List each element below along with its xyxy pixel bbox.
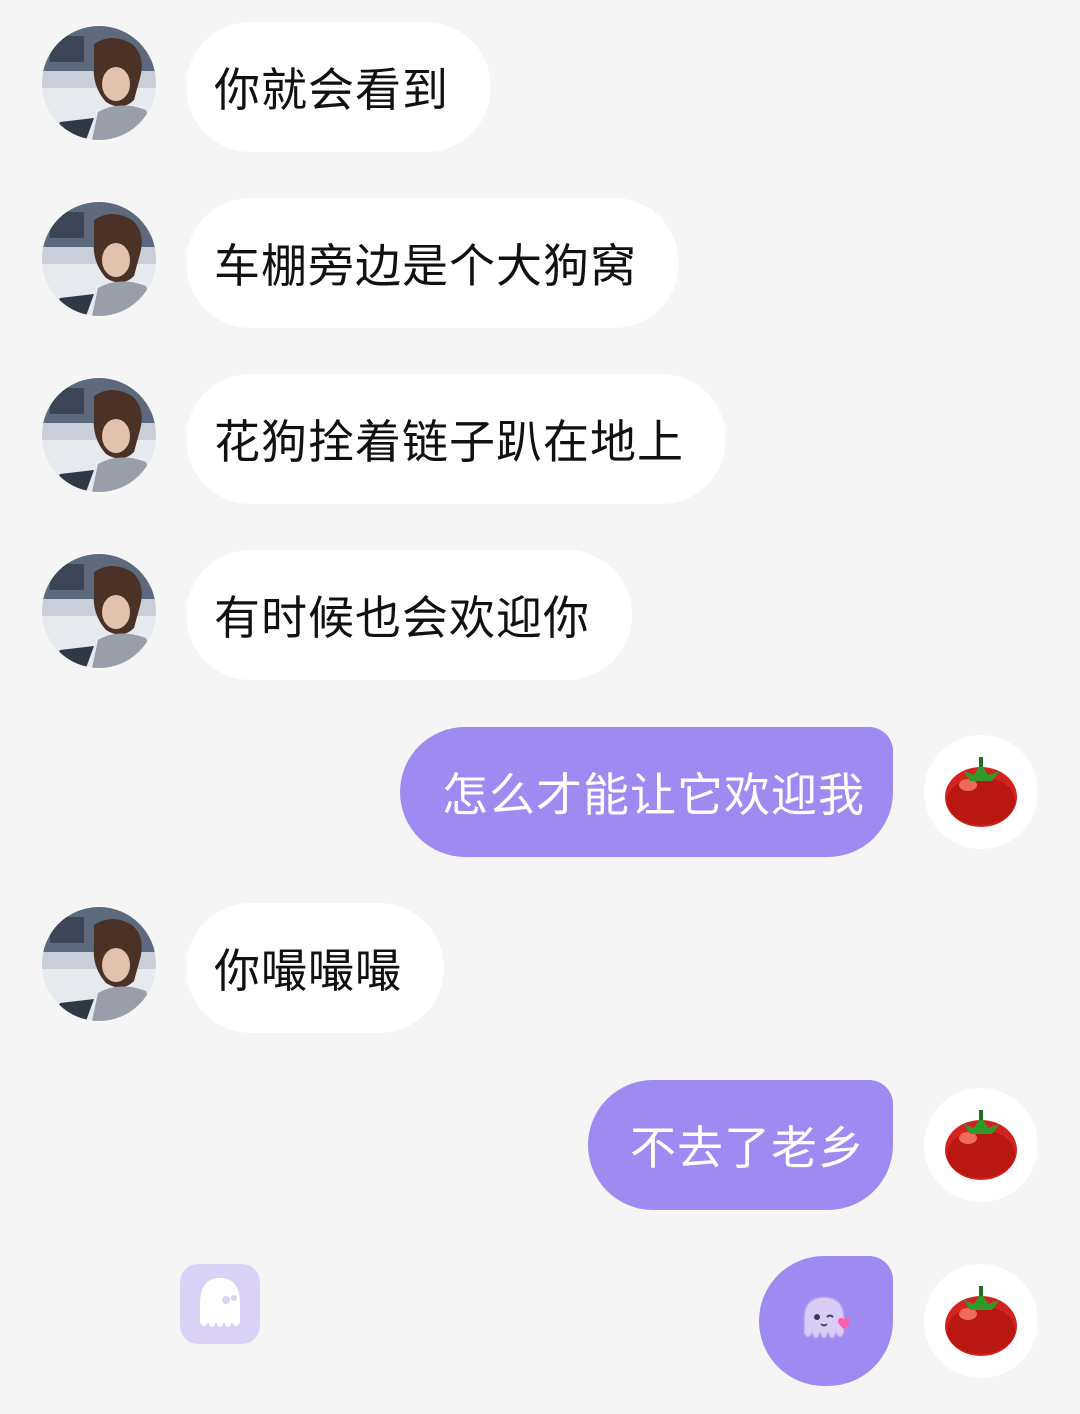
tomato-icon[interactable] [924, 1264, 1038, 1378]
message-text: 你嘬嘬嘬 [214, 944, 402, 998]
message-row-incoming: 车棚旁边是个大狗窝 [0, 198, 1080, 328]
message-bubble-outgoing[interactable]: 怎么才能让它欢迎我 [400, 727, 893, 857]
message-bubble[interactable]: 你嘬嘬嘬 [186, 903, 444, 1033]
message-text: 你就会看到 [214, 63, 449, 117]
sticker-bubble[interactable] [759, 1256, 893, 1386]
message-text: 花狗拴着链子趴在地上 [214, 415, 684, 469]
message-row-outgoing: 不去了老乡 [0, 1080, 1080, 1210]
message-row-incoming: 你就会看到 [0, 22, 1080, 152]
message-row-incoming: 花狗拴着链子趴在地上 [0, 374, 1080, 504]
contact-avatar[interactable] [42, 202, 156, 316]
contact-avatar[interactable] [42, 907, 156, 1021]
tomato-icon[interactable] [924, 735, 1038, 849]
message-bubble-outgoing[interactable]: 不去了老乡 [588, 1080, 893, 1210]
contact-avatar[interactable] [42, 378, 156, 492]
message-bubble[interactable]: 车棚旁边是个大狗窝 [186, 198, 679, 328]
tomato-icon[interactable] [924, 1088, 1038, 1202]
octopus-logo-icon [180, 1264, 260, 1344]
message-text: 不去了老乡 [630, 1121, 865, 1175]
message-text: 怎么才能让它欢迎我 [442, 768, 865, 822]
message-row-outgoing [0, 1256, 1080, 1386]
message-bubble[interactable]: 有时候也会欢迎你 [186, 550, 632, 680]
octopus-wink-heart-sticker [803, 1296, 850, 1339]
message-row-incoming: 你嘬嘬嘬 [0, 903, 1080, 1033]
message-bubble[interactable]: 你就会看到 [186, 22, 491, 152]
message-row-outgoing: 怎么才能让它欢迎我 [0, 727, 1080, 857]
message-text: 有时候也会欢迎你 [214, 591, 590, 645]
message-text: 车棚旁边是个大狗窝 [214, 239, 637, 293]
contact-avatar[interactable] [42, 26, 156, 140]
message-row-incoming: 有时候也会欢迎你 [0, 550, 1080, 680]
message-bubble[interactable]: 花狗拴着链子趴在地上 [186, 374, 726, 504]
contact-avatar[interactable] [42, 554, 156, 668]
